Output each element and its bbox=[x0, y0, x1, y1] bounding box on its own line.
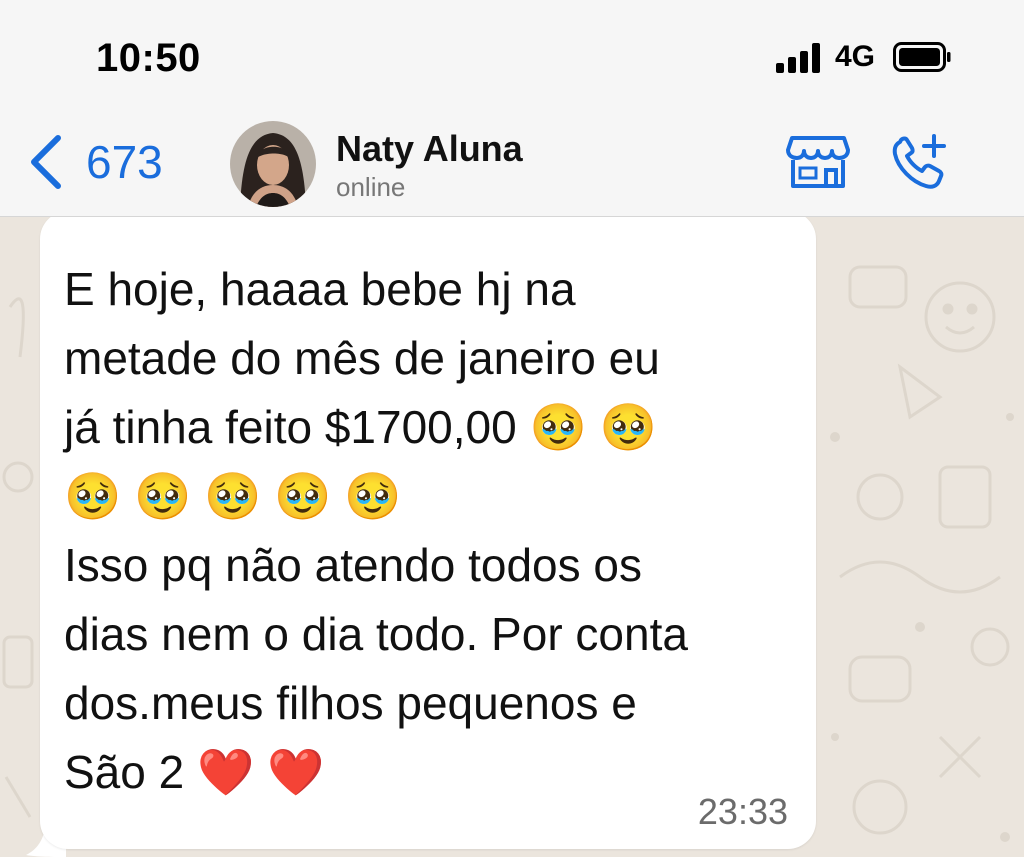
call-add-icon[interactable] bbox=[890, 134, 950, 192]
contact-status: online bbox=[336, 172, 406, 202]
message-timestamp: 23:33 bbox=[697, 791, 788, 832]
battery-icon bbox=[893, 42, 951, 72]
phone-screen: 10:50 4G 673 Naty Aluna online E hoje, h… bbox=[0, 0, 1024, 857]
status-bar: 10:50 4G bbox=[0, 0, 1024, 110]
store-icon[interactable] bbox=[786, 134, 850, 190]
unread-count: 673 bbox=[86, 136, 163, 188]
back-chevron-icon bbox=[31, 135, 61, 189]
network-type: 4G bbox=[835, 40, 876, 73]
contact-name[interactable]: Naty Aluna bbox=[336, 128, 523, 170]
signal-icon bbox=[776, 43, 822, 73]
message-text: E hoje, haaaa bebe hj na metade do mês d… bbox=[64, 263, 688, 798]
avatar[interactable] bbox=[230, 121, 316, 207]
status-time: 10:50 bbox=[96, 36, 201, 80]
chat-header: 673 Naty Aluna online bbox=[0, 110, 1024, 217]
incoming-message-bubble[interactable]: E hoje, haaaa bebe hj na metade do mês d… bbox=[40, 217, 816, 849]
avatar-image bbox=[230, 121, 316, 207]
back-button[interactable]: 673 bbox=[28, 130, 163, 194]
chat-area[interactable]: E hoje, haaaa bebe hj na metade do mês d… bbox=[0, 217, 1024, 857]
